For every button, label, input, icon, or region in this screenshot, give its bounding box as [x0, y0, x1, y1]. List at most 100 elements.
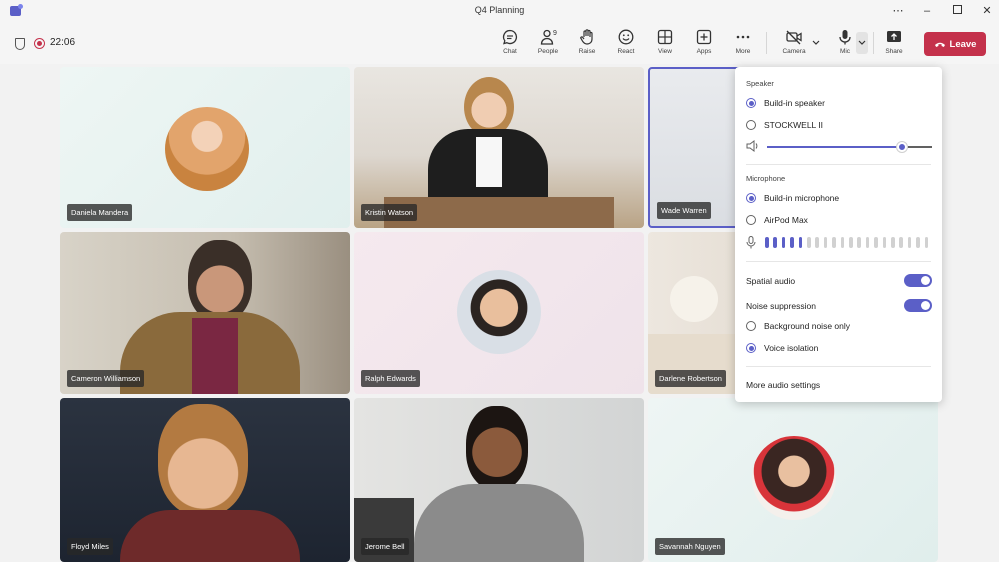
- mic-option-builtin[interactable]: Build-in microphone: [746, 191, 839, 205]
- participant-name: Daniela Mandera: [67, 204, 133, 221]
- share-screen-icon: [887, 31, 901, 42]
- speaker-volume-icon: [746, 140, 758, 152]
- participant-name: Jerome Bell: [361, 538, 409, 555]
- window-title: Q4 Planning: [474, 5, 525, 15]
- hand-icon: [580, 29, 593, 45]
- chevron-down-icon: [858, 40, 866, 45]
- mic-level-bar: [781, 237, 786, 248]
- spatial-audio-label: Spatial audio: [746, 276, 796, 286]
- share-button[interactable]: Share: [877, 26, 911, 60]
- ellipsis-icon: [736, 35, 750, 39]
- meeting-timer: 22:06: [50, 37, 76, 48]
- participant-tile[interactable]: Cameron Williamson: [60, 232, 350, 394]
- camera-button[interactable]: Camera: [777, 26, 811, 60]
- mic-level-bar: [773, 237, 777, 248]
- more-button[interactable]: More: [726, 26, 760, 60]
- participant-avatar: [165, 107, 249, 191]
- grid-view-icon: [657, 29, 673, 45]
- participant-name: Floyd Miles: [67, 538, 113, 555]
- maximize-icon[interactable]: [947, 3, 967, 19]
- toolbar-divider: [873, 32, 874, 54]
- mic-level-bar: [832, 237, 836, 248]
- radio-selected: [746, 343, 756, 353]
- participant-tile[interactable]: Ralph Edwards: [354, 232, 644, 394]
- camera-off-icon: [786, 30, 802, 45]
- mic-level-icon: [746, 236, 756, 249]
- mic-level-bar: [807, 237, 811, 248]
- mic-level-bar: [924, 237, 929, 248]
- noise-suppression-label: Noise suppression: [746, 301, 816, 311]
- participant-avatar: [752, 436, 836, 520]
- volume-fill: [767, 146, 903, 148]
- mic-level-bar: [865, 237, 870, 248]
- more-options-icon[interactable]: ⋯: [888, 3, 908, 19]
- view-button[interactable]: View: [648, 26, 682, 60]
- people-count: 9: [553, 30, 557, 37]
- participant-name: Darlene Robertson: [655, 370, 726, 387]
- more-audio-settings-link[interactable]: More audio settings: [746, 380, 820, 390]
- mic-level-bar: [840, 237, 845, 248]
- mic-level-bar: [765, 237, 769, 248]
- audio-settings-panel: Speaker Build-in speaker STOCKWELL II Mi…: [735, 67, 942, 402]
- minimize-icon[interactable]: –: [917, 3, 937, 19]
- mic-level-bar: [916, 237, 920, 248]
- mic-level-meter: [765, 237, 933, 248]
- leave-button[interactable]: Leave: [924, 32, 986, 56]
- mic-level-bar: [907, 237, 912, 248]
- radio-selected: [746, 98, 756, 108]
- chat-button[interactable]: Chat: [493, 26, 527, 60]
- participant-tile[interactable]: Floyd Miles: [60, 398, 350, 562]
- recording-icon: [34, 38, 45, 49]
- shield-icon: [15, 38, 25, 50]
- mic-option-airpod[interactable]: AirPod Max: [746, 213, 808, 227]
- noise-suppression-toggle[interactable]: [904, 299, 932, 312]
- panel-divider: [746, 366, 931, 367]
- radio-selected: [746, 193, 756, 203]
- panel-divider: [746, 261, 931, 262]
- close-icon[interactable]: ✕: [977, 3, 997, 19]
- react-button[interactable]: React: [609, 26, 643, 60]
- chat-icon: [502, 29, 518, 45]
- audio-options-chevron[interactable]: [856, 32, 868, 54]
- participant-avatar: [457, 270, 541, 354]
- mic-level-bar: [882, 237, 887, 248]
- toolbar-divider: [766, 32, 767, 54]
- mic-level-bar: [849, 237, 853, 248]
- participant-tile[interactable]: Jerome Bell: [354, 398, 644, 562]
- apps-button[interactable]: Apps: [687, 26, 721, 60]
- hang-up-icon: [934, 42, 945, 47]
- participant-tile[interactable]: Daniela Mandera: [60, 67, 350, 228]
- mic-level-bar: [874, 237, 878, 248]
- noise-option-background[interactable]: Background noise only: [746, 319, 850, 333]
- mic-level-bar: [857, 237, 861, 248]
- participant-tile[interactable]: Savannah Nguyen: [648, 398, 938, 562]
- raise-hand-button[interactable]: Raise: [570, 26, 604, 60]
- panel-divider: [746, 164, 931, 165]
- speaker-volume-slider[interactable]: [767, 142, 932, 152]
- participant-name: Kristin Watson: [361, 204, 418, 221]
- mic-level-bar: [891, 237, 895, 248]
- participant-name: Savannah Nguyen: [655, 538, 725, 555]
- mic-level-bar: [823, 237, 828, 248]
- participant-name: Ralph Edwards: [361, 370, 420, 387]
- participant-name: Cameron Williamson: [67, 370, 145, 387]
- microphone-icon: [839, 30, 851, 45]
- speaker-option-builtin[interactable]: Build-in speaker: [746, 96, 825, 110]
- mic-level-bar: [815, 237, 819, 248]
- microphone-heading: Microphone: [746, 174, 786, 183]
- radio-unselected: [746, 120, 756, 130]
- participant-tile[interactable]: Kristin Watson: [354, 67, 644, 228]
- add-app-icon: [696, 29, 712, 45]
- volume-thumb[interactable]: [897, 142, 908, 152]
- speaker-option-stockwell[interactable]: STOCKWELL II: [746, 118, 823, 132]
- people-button[interactable]: 9 People: [531, 26, 565, 60]
- spatial-audio-toggle[interactable]: [904, 274, 932, 287]
- camera-options-chevron[interactable]: [810, 32, 822, 54]
- meeting-toolbar: 22:06 Chat 9 People Raise React View App…: [0, 22, 999, 64]
- speaker-heading: Speaker: [746, 79, 774, 88]
- noise-option-voice-isolation[interactable]: Voice isolation: [746, 341, 818, 355]
- chevron-down-icon: [812, 40, 820, 45]
- participant-name: Wade Warren: [657, 202, 711, 219]
- smiley-icon: [618, 29, 634, 45]
- mic-level-bar: [798, 237, 803, 248]
